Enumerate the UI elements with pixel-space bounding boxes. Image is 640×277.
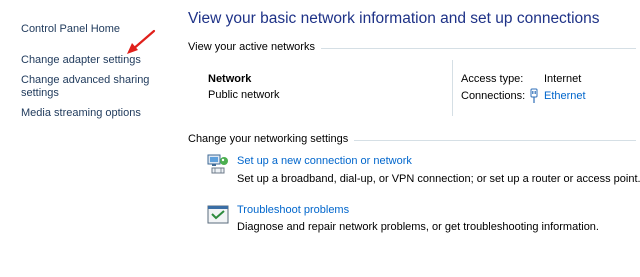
troubleshoot-problems-link[interactable]: Troubleshoot problems [237, 204, 349, 216]
ethernet-icon [530, 88, 538, 103]
sidebar-item-change-advanced-sharing-line2[interactable]: settings [21, 87, 59, 100]
red-arrow-annotation-icon [127, 29, 156, 54]
troubleshoot-icon [207, 205, 229, 224]
network-name: Network [208, 73, 252, 85]
troubleshoot-problems-description: Diagnose and repair network problems, or… [237, 221, 599, 233]
access-type-value: Internet [544, 73, 582, 85]
sidebar-item-change-adapter-settings[interactable]: Change adapter settings [21, 54, 141, 67]
active-networks-heading: View your active networks [188, 41, 321, 53]
setup-new-connection-link[interactable]: Set up a new connection or network [237, 155, 412, 167]
network-type: Public network [208, 89, 280, 101]
page-title: View your basic network information and … [188, 10, 600, 27]
networking-settings-heading: Change your networking settings [188, 133, 355, 145]
setup-new-connection-description: Set up a broadband, dial-up, or VPN conn… [237, 173, 640, 185]
network-setup-icon [207, 154, 228, 174]
sidebar-item-change-advanced-sharing[interactable]: Change advanced sharing [21, 74, 149, 87]
main-content: View your basic network information and … [172, 0, 640, 277]
sidebar: Control Panel Home Change adapter settin… [0, 0, 172, 277]
network-info-divider [452, 60, 453, 116]
sidebar-item-media-streaming-options[interactable]: Media streaming options [21, 107, 141, 120]
connections-label: Connections: [461, 90, 526, 102]
sidebar-item-control-panel-home[interactable]: Control Panel Home [21, 23, 120, 36]
ethernet-connection-link[interactable]: Ethernet [544, 90, 586, 102]
access-type-label: Access type: [461, 73, 524, 85]
